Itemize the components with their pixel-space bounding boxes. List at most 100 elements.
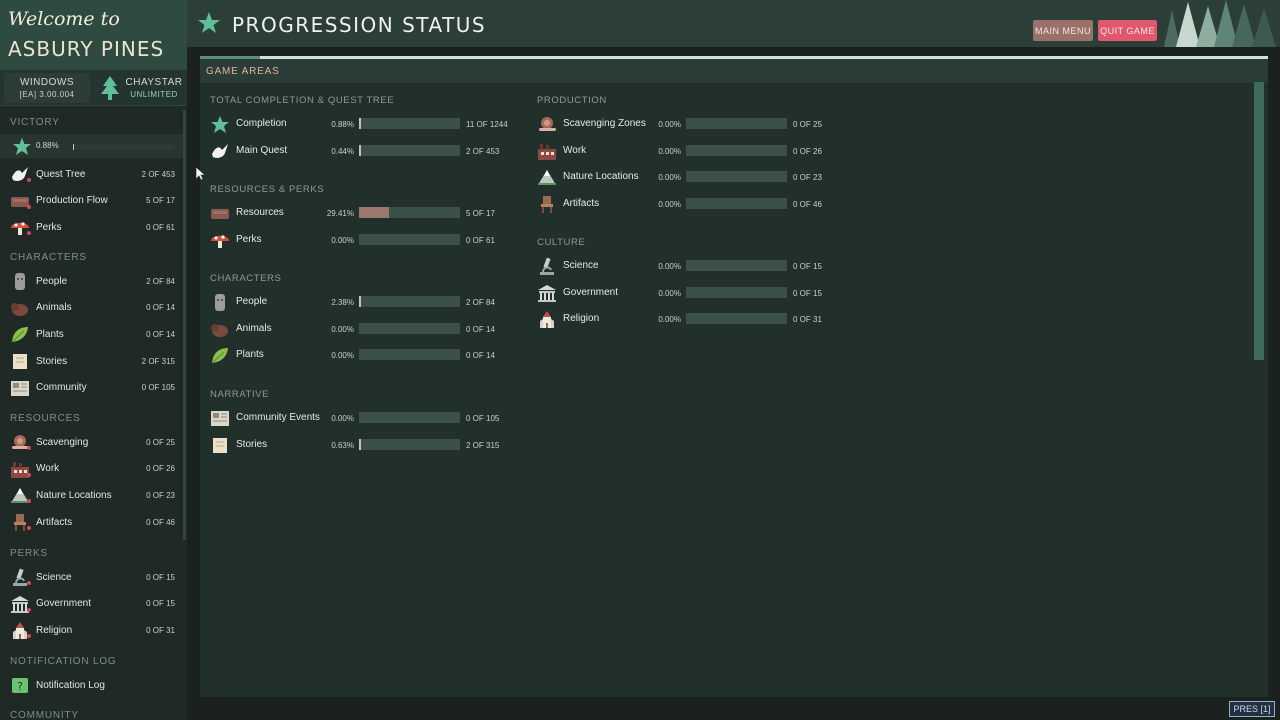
sidebar-item-label: Animals — [36, 302, 72, 314]
progress-row-completion[interactable]: Completion 0.88% 11 OF 1244 — [210, 113, 520, 135]
sidebar-item-work[interactable]: Work 0 OF 26 — [0, 457, 183, 481]
progress-label: Nature Locations — [563, 171, 639, 183]
star-icon — [197, 11, 221, 40]
sidebar-item-community[interactable]: Community 0 OF 105 — [0, 376, 183, 400]
progress-bar-fill — [359, 144, 361, 156]
progress-count: 0 OF 23 — [793, 173, 822, 183]
progress-row-community-events[interactable]: Community Events 0.00% 0 OF 105 — [210, 407, 520, 429]
progress-row-religion[interactable]: Religion 0.00% 0 OF 31 — [537, 308, 847, 330]
logo-welcome-text: Welcome to — [8, 8, 120, 30]
progress-bar-fill — [359, 438, 361, 450]
progress-percent: 0.88% — [331, 120, 354, 129]
sidebar-item-count: 2 OF 84 — [146, 276, 175, 286]
sidebar-item-people[interactable]: People 2 OF 84 — [0, 269, 183, 293]
progress-label: Work — [563, 144, 587, 156]
panel-scrollbar[interactable] — [1254, 82, 1264, 360]
progress-percent: 0.44% — [331, 146, 354, 156]
sidebar-item-count: 0 OF 14 — [146, 329, 175, 339]
leaf-icon — [10, 325, 30, 343]
mountain-icon — [537, 168, 557, 186]
sidebar-item-label: Community — [36, 382, 87, 394]
sidebar-item-label: People — [36, 275, 68, 287]
progress-bar — [686, 286, 787, 298]
progress-row-resources[interactable]: Resources 29.41% 5 OF 17 — [210, 202, 520, 224]
scroll-icon — [210, 436, 230, 454]
sidebar-item-notification-log[interactable]: ? Notification Log — [0, 673, 183, 697]
sidebar-item-count: 5 OF 17 — [146, 196, 175, 205]
progress-count: 2 OF 453 — [466, 146, 500, 156]
sidebar-item-quest-tree[interactable]: Quest Tree 2 OF 453 — [0, 162, 183, 186]
pine-trees-decoration — [1160, 0, 1280, 47]
progress-row-main-quest[interactable]: Main Quest 0.44% 2 OF 453 — [210, 140, 520, 162]
progress-percent: 0.00% — [658, 288, 681, 298]
sidebar-item-science[interactable]: Science 0 OF 15 — [0, 565, 183, 589]
main-menu-button[interactable]: MAIN MENU — [1033, 20, 1093, 41]
progress-bar — [686, 260, 787, 271]
build-info: WINDOWS [EA] 3.00.004 CHAYSTAR UNLIMITED — [0, 70, 187, 106]
progress-row-science[interactable]: Science 0.00% 0 OF 15 — [537, 255, 847, 277]
sidebar-item-animals[interactable]: Animals 0 OF 14 — [0, 296, 183, 320]
sidebar-item-government[interactable]: Government 0 OF 15 — [0, 592, 183, 616]
progress-percent: 29.41% — [326, 209, 354, 218]
progress-row-nature-locations[interactable]: Nature Locations 0.00% 0 OF 23 — [537, 166, 847, 188]
sidebar-item-label: Perks — [36, 221, 62, 233]
sidebar-item-stories[interactable]: Stories 2 OF 315 — [0, 349, 183, 373]
progress-label: Animals — [236, 322, 272, 334]
sidebar-item-count: 0 OF 26 — [146, 464, 175, 474]
sidebar-section-heading: VICTORY — [10, 117, 60, 128]
scroll-icon — [10, 352, 30, 370]
tab-game-areas[interactable]: GAME AREAS — [206, 66, 280, 77]
platform-badge: WINDOWS [EA] 3.00.004 — [4, 72, 90, 103]
progress-label: Government — [563, 286, 619, 298]
platform-label: WINDOWS — [19, 76, 75, 88]
quit-game-button[interactable]: QUIT GAME — [1098, 20, 1157, 41]
panel-tab-bar: GAME AREAS — [200, 59, 1268, 83]
sidebar-item-production-flow[interactable]: Production Flow 5 OF 17 — [0, 189, 183, 213]
progress-percent: 0.00% — [658, 146, 681, 156]
progress-row-government[interactable]: Government 0.00% 0 OF 15 — [537, 282, 847, 304]
progress-label: Stories — [236, 438, 268, 450]
progress-row-plants[interactable]: Plants 0.00% 0 OF 14 — [210, 344, 520, 366]
progress-row-animals[interactable]: Animals 0.00% 0 OF 14 — [210, 318, 520, 340]
progress-row-perks[interactable]: Perks 0.00% 0 OF 61 — [210, 229, 520, 251]
sidebar-item-perks[interactable]: Perks 0 OF 61 — [0, 215, 183, 239]
pres-tag: PRES [1] — [1229, 701, 1275, 717]
sidebar-item-count: 0 OF 31 — [146, 625, 175, 635]
progress-percent: 0.00% — [658, 120, 681, 129]
sidebar-item-label: Notification Log — [36, 679, 105, 691]
sidebar-item-label: Plants — [36, 328, 64, 340]
sidebar-item-count: 2 OF 453 — [141, 169, 175, 179]
sidebar-scrollbar[interactable] — [183, 110, 186, 540]
sidebar-item-label: Quest Tree — [36, 168, 86, 180]
progress-row-scavenging-zones[interactable]: Scavenging Zones 0.00% 0 OF 25 — [537, 113, 847, 135]
progress-row-artifacts[interactable]: Artifacts 0.00% 0 OF 46 — [537, 193, 847, 215]
progress-percent: 0.00% — [331, 235, 354, 245]
star-icon — [210, 115, 230, 133]
progress-bar — [686, 118, 787, 129]
moai-head-icon — [10, 272, 30, 290]
leaf-icon — [210, 346, 230, 364]
progress-count: 2 OF 84 — [466, 298, 495, 307]
sidebar-item-religion[interactable]: Religion 0 OF 31 — [0, 618, 183, 642]
progress-label: Main Quest — [236, 144, 288, 156]
sidebar-item-count: 0 OF 15 — [146, 572, 175, 582]
sidebar-item-count: 0 OF 105 — [141, 383, 175, 393]
sidebar-item-scavenging[interactable]: Scavenging 0 OF 25 — [0, 430, 183, 454]
progress-row-work[interactable]: Work 0.00% 0 OF 26 — [537, 140, 847, 162]
progress-label: People — [236, 296, 268, 307]
section-heading: CULTURE — [537, 237, 586, 248]
sidebar-item-nature-locations[interactable]: Nature Locations 0 OF 23 — [0, 483, 183, 507]
victory-progress-row[interactable]: 0.88% — [0, 134, 183, 158]
section-heading: NARRATIVE — [210, 389, 270, 400]
church-icon — [537, 310, 557, 329]
sidebar-item-artifacts[interactable]: Artifacts 0 OF 46 — [0, 510, 183, 534]
sidebar-item-plants[interactable]: Plants 0 OF 14 — [0, 322, 183, 346]
notification-dot — [27, 204, 31, 209]
progress-row-people[interactable]: People 2.38% 2 OF 84 — [210, 291, 520, 313]
progress-count: 11 OF 1244 — [466, 120, 508, 129]
victory-percent: 0.88% — [36, 141, 59, 150]
progress-bar — [359, 349, 460, 361]
progress-row-stories[interactable]: Stories 0.63% 2 OF 315 — [210, 434, 520, 456]
progress-count: 5 OF 17 — [466, 209, 495, 218]
sidebar-section-heading: NOTIFICATION LOG — [10, 656, 117, 667]
